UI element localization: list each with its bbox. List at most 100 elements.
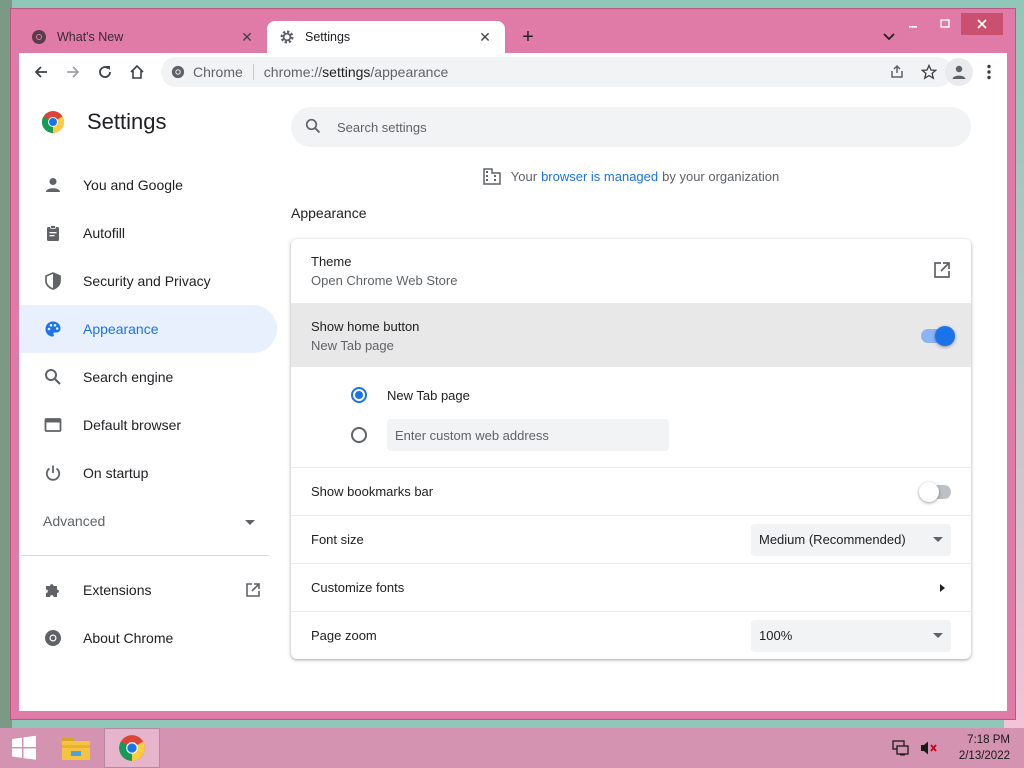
section-title: Appearance bbox=[291, 205, 367, 221]
network-icon[interactable] bbox=[891, 738, 911, 758]
theme-label: Theme bbox=[311, 254, 352, 269]
caret-down-icon bbox=[245, 513, 255, 529]
managed-text-after: by your organization bbox=[662, 168, 780, 184]
volume-muted-icon[interactable] bbox=[919, 738, 939, 758]
chrome-site-icon bbox=[171, 65, 185, 79]
caret-down-icon bbox=[933, 537, 943, 542]
tab-whats-new[interactable]: What's New ✕ bbox=[19, 21, 267, 53]
system-tray: 7:18 PM 2/13/2022 bbox=[891, 728, 1010, 768]
close-window-icon[interactable] bbox=[961, 13, 1003, 35]
windows-start-icon[interactable] bbox=[0, 728, 48, 768]
sidebar-advanced-toggle[interactable]: Advanced bbox=[19, 497, 277, 545]
customize-fonts-label: Customize fonts bbox=[311, 580, 405, 595]
tab-strip: What's New ✕ Settings ✕ + bbox=[19, 13, 1007, 53]
bookmarks-bar-toggle[interactable] bbox=[919, 481, 951, 502]
sidebar-item-you-and-google[interactable]: You and Google bbox=[19, 161, 277, 209]
radio-new-tab[interactable] bbox=[351, 387, 367, 403]
sidebar-item-autofill[interactable]: Autofill bbox=[19, 209, 277, 257]
close-tab-icon[interactable]: ✕ bbox=[239, 29, 255, 45]
maximize-icon[interactable] bbox=[929, 13, 961, 35]
sidebar-item-label: Default browser bbox=[83, 417, 182, 433]
radio-custom-address[interactable] bbox=[351, 427, 367, 443]
profile-avatar-icon[interactable] bbox=[945, 58, 973, 86]
system-clock[interactable]: 7:18 PM 2/13/2022 bbox=[959, 732, 1010, 764]
sidebar-item-security-and-privacy[interactable]: Security and Privacy bbox=[19, 257, 277, 305]
forward-arrow-icon[interactable] bbox=[57, 56, 89, 88]
chrome-outline-icon bbox=[43, 628, 63, 648]
bookmarks-bar-label: Show bookmarks bar bbox=[311, 484, 434, 499]
url-text[interactable]: chrome://settings/appearance bbox=[264, 64, 883, 80]
external-link-icon[interactable] bbox=[933, 261, 951, 282]
managed-notice: Your browser is managed by your organiza… bbox=[291, 167, 971, 185]
sidebar-item-label: Security and Privacy bbox=[83, 273, 211, 289]
minimize-icon[interactable] bbox=[897, 13, 929, 35]
radio-option-custom[interactable] bbox=[351, 415, 971, 455]
chrome-logo-icon bbox=[42, 111, 64, 133]
sidebar-item-on-startup[interactable]: On startup bbox=[19, 449, 277, 497]
kebab-menu-icon[interactable] bbox=[975, 58, 1003, 86]
url-host: settings bbox=[322, 64, 371, 80]
sidebar-item-default-browser[interactable]: Default browser bbox=[19, 401, 277, 449]
tab-settings[interactable]: Settings ✕ bbox=[267, 21, 505, 53]
settings-search[interactable] bbox=[291, 107, 971, 147]
bookmarks-bar-row[interactable]: Show bookmarks bar bbox=[291, 467, 971, 515]
sidebar-divider bbox=[21, 555, 269, 556]
page-zoom-value: 100% bbox=[759, 628, 793, 643]
search-icon bbox=[43, 367, 63, 387]
sidebar-item-about-chrome[interactable]: About Chrome bbox=[19, 614, 277, 662]
close-tab-icon[interactable]: ✕ bbox=[477, 29, 493, 45]
page-zoom-label: Page zoom bbox=[311, 628, 377, 643]
back-arrow-icon[interactable] bbox=[25, 56, 57, 88]
font-size-row: Font size Medium (Recommended) bbox=[291, 515, 971, 563]
url-path: /appearance bbox=[370, 64, 449, 80]
arrow-right-icon bbox=[940, 583, 945, 592]
address-bar[interactable]: Chrome chrome://settings/appearance bbox=[161, 57, 953, 87]
caret-down-icon bbox=[933, 633, 943, 638]
toggle-knob bbox=[935, 325, 955, 346]
new-tab-button[interactable]: + bbox=[516, 25, 540, 49]
bookmark-star-icon[interactable] bbox=[915, 58, 943, 86]
managed-link[interactable]: browser is managed bbox=[541, 169, 658, 184]
page-zoom-select[interactable]: 100% bbox=[751, 619, 951, 652]
window-controls bbox=[897, 13, 1003, 35]
toggle-knob bbox=[919, 481, 939, 502]
settings-page: Settings You and Google Autofill Securit… bbox=[19, 91, 1007, 711]
home-button-sublabel: New Tab page bbox=[311, 337, 394, 353]
palette-icon bbox=[43, 319, 63, 339]
sidebar-item-extensions[interactable]: Extensions bbox=[19, 566, 277, 614]
appearance-card: Theme Open Chrome Web Store Show home bu… bbox=[291, 239, 971, 659]
person-icon bbox=[43, 175, 63, 195]
puzzle-piece-icon bbox=[43, 580, 63, 600]
tab-title: What's New bbox=[57, 30, 124, 44]
sidebar-item-label: Search engine bbox=[83, 369, 174, 385]
sidebar-advanced-label: Advanced bbox=[43, 513, 106, 529]
chrome-taskbar-icon[interactable] bbox=[104, 728, 160, 768]
customize-fonts-row[interactable]: Customize fonts bbox=[291, 563, 971, 611]
taskbar: 7:18 PM 2/13/2022 bbox=[0, 728, 1024, 768]
chrome-window: What's New ✕ Settings ✕ + Chrome chrome:… bbox=[10, 8, 1016, 720]
sidebar-item-search-engine[interactable]: Search engine bbox=[19, 353, 277, 401]
radio-option-new-tab[interactable]: New Tab page bbox=[351, 375, 971, 415]
settings-header: Settings bbox=[41, 109, 167, 135]
omnibox-actions bbox=[883, 58, 943, 86]
site-label: Chrome bbox=[193, 64, 243, 80]
sidebar-item-label: Autofill bbox=[83, 225, 126, 241]
sidebar-item-appearance[interactable]: Appearance bbox=[19, 305, 277, 353]
share-icon[interactable] bbox=[883, 58, 911, 86]
theme-sublabel: Open Chrome Web Store bbox=[311, 273, 458, 288]
font-size-select[interactable]: Medium (Recommended) bbox=[751, 523, 951, 556]
file-explorer-icon[interactable] bbox=[48, 728, 104, 768]
search-input[interactable] bbox=[337, 119, 897, 135]
reload-icon[interactable] bbox=[89, 56, 121, 88]
site-info-chip[interactable]: Chrome bbox=[171, 64, 254, 80]
power-icon bbox=[43, 463, 63, 483]
sidebar-item-label: Appearance bbox=[83, 321, 159, 337]
home-button-label: Show home button bbox=[311, 318, 420, 334]
clock-time: 7:18 PM bbox=[967, 734, 1010, 746]
theme-row[interactable]: Theme Open Chrome Web Store bbox=[291, 239, 971, 303]
custom-address-input[interactable] bbox=[387, 419, 669, 451]
home-icon[interactable] bbox=[121, 56, 153, 88]
shield-icon bbox=[43, 271, 63, 291]
home-button-row[interactable]: Show home button New Tab page bbox=[291, 303, 971, 367]
home-button-toggle[interactable] bbox=[921, 325, 955, 346]
